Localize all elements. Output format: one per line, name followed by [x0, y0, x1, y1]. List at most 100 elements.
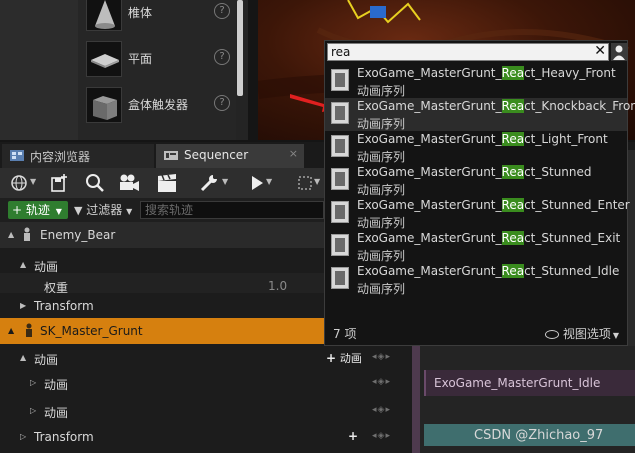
animation-sequence-icon	[331, 201, 349, 223]
animation-sequence-icon	[331, 234, 349, 256]
actor-icon	[24, 227, 30, 241]
clear-icon[interactable]: ✕	[594, 43, 606, 59]
expand-arrow-icon[interactable]: ▷	[20, 432, 26, 441]
chevron-down-icon: ▼	[55, 207, 62, 216]
place-item-plane[interactable]: 平面 ?	[78, 38, 236, 84]
expand-arrow-icon[interactable]: ▲	[20, 260, 26, 269]
result-name: ExoGame_MasterGrunt_React_Knockback_Fron…	[357, 99, 635, 113]
add-animation-button[interactable]: + 动画	[326, 350, 362, 366]
result-type: 动画序列	[357, 117, 406, 131]
add-transform-button[interactable]: +	[348, 429, 358, 443]
list-item[interactable]: ExoGame_MasterGrunt_React_Stunned_Idle 动…	[325, 263, 627, 296]
save-icon[interactable]	[46, 171, 72, 195]
chevron-down-icon: ▼	[612, 331, 619, 340]
place-item-label: 平面	[128, 52, 153, 66]
help-icon[interactable]: ?	[214, 95, 230, 111]
help-icon[interactable]: ?	[214, 49, 230, 65]
popup-footer: 7 项 视图选项 ▼	[325, 319, 627, 345]
track-label: 动画	[44, 406, 69, 420]
track-label: Enemy_Bear	[40, 228, 116, 242]
filter-label: 过滤器	[86, 203, 123, 217]
track-label: 动画	[44, 378, 69, 392]
content-browser-icon	[10, 150, 24, 161]
add-track-label: + 轨迹	[12, 203, 50, 217]
chevron-down-icon[interactable]: ▼	[266, 177, 272, 186]
view-options-button[interactable]: 视图选项 ▼	[544, 325, 619, 342]
animation-sequence-icon	[331, 168, 349, 190]
popup-search-input[interactable]	[331, 44, 581, 60]
add-animation-label: 动画	[339, 352, 362, 365]
animation-sequence-icon	[331, 69, 349, 91]
popup-search-box[interactable]: ✕	[327, 43, 609, 61]
track-label: SK_Master_Grunt	[40, 324, 143, 338]
result-name: ExoGame_MasterGrunt_React_Stunned	[357, 165, 592, 179]
tab-label: Sequencer	[184, 148, 249, 162]
camera-icon[interactable]	[116, 171, 142, 195]
timeline-edge	[628, 150, 635, 346]
filter-button[interactable]: ▼ 过滤器 ▼	[74, 201, 132, 221]
weight-value[interactable]: 1.0	[268, 279, 290, 294]
track-search-input[interactable]	[140, 201, 324, 219]
place-item-box-trigger[interactable]: 盒体触发器 ?	[78, 84, 236, 130]
key-navigation[interactable]: ◂◈▸	[372, 431, 391, 441]
wrench-icon[interactable]	[196, 171, 222, 195]
help-icon[interactable]: ?	[214, 3, 230, 19]
chevron-down-icon[interactable]: ▼	[30, 177, 36, 186]
result-type: 动画序列	[357, 249, 406, 263]
key-navigation[interactable]: ◂◈▸	[372, 377, 391, 387]
key-navigation[interactable]: ◂◈▸	[372, 405, 391, 415]
expand-arrow-icon[interactable]: ▲	[8, 230, 14, 239]
list-item[interactable]: ExoGame_MasterGrunt_React_Knockback_Fron…	[325, 98, 635, 131]
track-row[interactable]: ▲ 动画 + 动画 ◂◈▸	[0, 345, 420, 371]
track-row[interactable]: ▷ 动画 ◂◈▸	[0, 370, 420, 396]
expand-arrow-icon[interactable]: ▶	[20, 301, 26, 310]
expand-arrow-icon[interactable]: ▲	[8, 326, 14, 335]
animation-sequence-icon	[331, 135, 349, 157]
track-label: Transform	[34, 430, 94, 444]
close-icon[interactable]: ×	[289, 147, 298, 160]
eye-icon	[544, 330, 559, 339]
tab-label: 内容浏览器	[30, 150, 91, 164]
timeline-section-accent	[412, 346, 420, 453]
user-icon[interactable]	[611, 43, 627, 61]
place-category-strip	[0, 0, 78, 140]
result-type: 动画序列	[357, 282, 406, 296]
place-item-cone[interactable]: 椎体 ?	[78, 0, 236, 38]
animation-clip[interactable]: ExoGame_MasterGrunt_Idle	[424, 370, 635, 396]
animation-sequence-icon	[331, 267, 349, 289]
list-item[interactable]: ExoGame_MasterGrunt_React_Stunned_Exit 动…	[325, 230, 627, 263]
add-icon: +	[326, 351, 337, 365]
track-row[interactable]: ▷ 动画 ◂◈▸	[0, 398, 420, 424]
clapperboard-icon[interactable]	[154, 171, 180, 195]
place-actors-panel: 椎体 ? 平面 ? 盒体触发器 ?	[0, 0, 248, 140]
skeletal-mesh-icon	[26, 323, 32, 337]
expand-arrow-icon[interactable]: ▲	[20, 353, 26, 362]
tab-content-browser[interactable]: 内容浏览器	[2, 144, 154, 168]
search-icon[interactable]	[82, 171, 108, 195]
chevron-down-icon[interactable]: ▼	[314, 177, 320, 186]
result-name: ExoGame_MasterGrunt_React_Stunned_Idle	[357, 264, 620, 278]
chevron-down-icon: ▼	[126, 207, 133, 216]
key-navigation[interactable]: ◂◈▸	[372, 352, 391, 362]
track-row[interactable]: ▷ Transform + ◂◈▸	[0, 424, 420, 450]
result-name: ExoGame_MasterGrunt_React_Stunned_Enter	[357, 198, 630, 212]
expand-arrow-icon[interactable]: ▷	[30, 406, 36, 415]
list-item[interactable]: ExoGame_MasterGrunt_React_Stunned_Enter …	[325, 197, 630, 230]
place-item-label: 盒体触发器	[128, 98, 189, 112]
expand-arrow-icon[interactable]: ▷	[30, 378, 36, 387]
result-type: 动画序列	[357, 84, 406, 98]
list-item[interactable]: ExoGame_MasterGrunt_React_Stunned 动画序列	[325, 164, 627, 197]
track-label: 动画	[34, 353, 59, 367]
add-track-button[interactable]: + 轨迹 ▼	[8, 201, 68, 219]
track-label: Transform	[34, 299, 94, 313]
tab-sequencer[interactable]: Sequencer ×	[156, 144, 304, 168]
list-item[interactable]: ExoGame_MasterGrunt_React_Heavy_Front 动画…	[325, 65, 627, 98]
list-item[interactable]: ExoGame_MasterGrunt_React_Light_Front 动画…	[325, 131, 627, 164]
plane-icon	[86, 41, 122, 77]
result-name: ExoGame_MasterGrunt_React_Heavy_Front	[357, 66, 616, 80]
globe-icon[interactable]	[6, 171, 32, 195]
chevron-down-icon[interactable]: ▼	[222, 177, 228, 186]
box-trigger-icon	[86, 87, 122, 123]
place-list-scrollbar[interactable]	[237, 0, 243, 96]
filter-icon: ▼	[74, 204, 83, 217]
